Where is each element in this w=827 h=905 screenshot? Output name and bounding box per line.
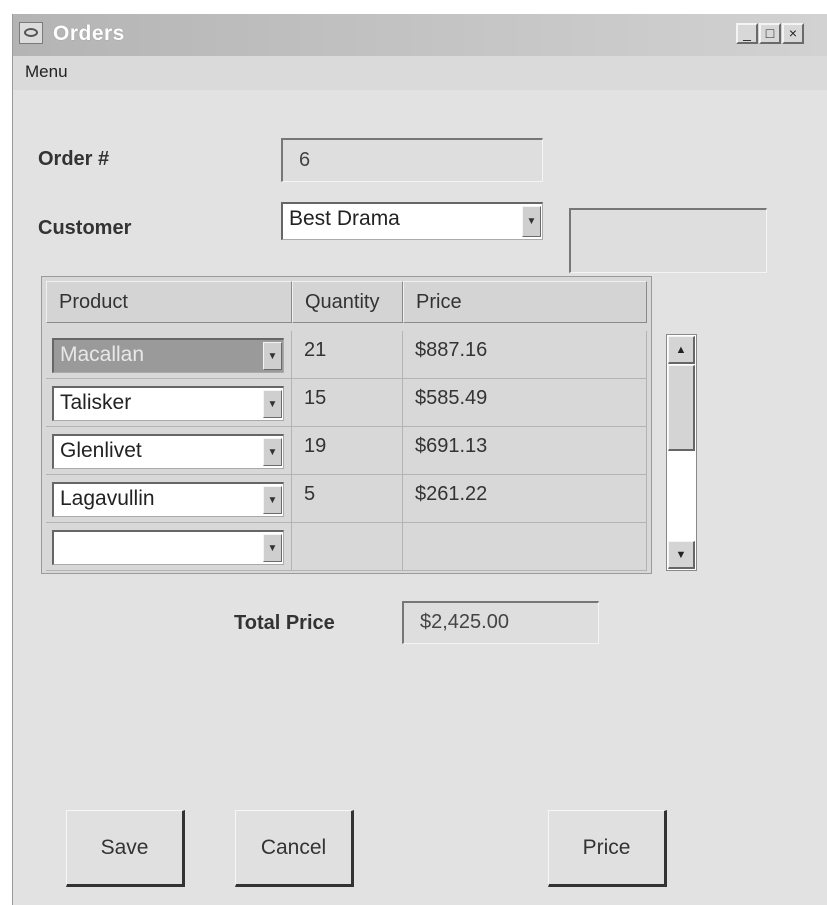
order-lines-table: Product Quantity Price Macallan ▼ 21 $88…	[41, 276, 652, 574]
column-header-price[interactable]: Price	[403, 281, 647, 323]
minimize-button[interactable]: _	[736, 23, 758, 44]
product-select[interactable]: Talisker ▼	[52, 386, 284, 421]
menu-menu[interactable]: Menu	[25, 62, 68, 82]
column-header-product[interactable]: Product	[46, 281, 292, 323]
total-price-label: Total Price	[234, 612, 335, 634]
product-select-value: Lagavullin	[60, 487, 155, 510]
close-button[interactable]: ×	[782, 23, 804, 44]
scrollbar-thumb[interactable]	[668, 365, 695, 451]
price-cell[interactable]: $585.49	[403, 379, 647, 427]
product-select[interactable]: ▼	[52, 530, 284, 565]
title-bar[interactable]: Orders _ □ ×	[13, 14, 827, 56]
chevron-down-icon[interactable]: ▼	[263, 438, 282, 466]
total-price-field: $2,425.00	[402, 601, 599, 644]
orders-window: Orders _ □ × Menu Order # 6 Customer Bes…	[12, 14, 827, 905]
chevron-down-icon[interactable]: ▼	[263, 342, 282, 370]
order-number-value: 6	[299, 149, 311, 171]
table-row-product-cell: Glenlivet ▼	[46, 427, 292, 475]
table-row-product-cell: ▼	[46, 523, 292, 571]
product-select-value: Glenlivet	[60, 439, 142, 462]
arrow-up-icon[interactable]: ▲	[668, 336, 695, 364]
app-window-icon	[19, 22, 43, 44]
quantity-cell[interactable]	[292, 523, 403, 571]
window-title: Orders	[53, 22, 125, 45]
product-select[interactable]: Macallan ▼	[52, 338, 284, 373]
customer-label: Customer	[38, 217, 132, 239]
quantity-cell[interactable]: 5	[292, 475, 403, 523]
product-select-value: Macallan	[60, 343, 145, 366]
arrow-down-icon[interactable]: ▼	[668, 541, 695, 569]
quantity-cell[interactable]: 15	[292, 379, 403, 427]
total-price-value: $2,425.00	[420, 611, 509, 633]
chevron-down-icon[interactable]: ▼	[522, 206, 541, 237]
order-number-field[interactable]: 6	[281, 138, 543, 182]
chevron-down-icon[interactable]: ▼	[263, 390, 282, 418]
chevron-down-icon[interactable]: ▼	[263, 486, 282, 514]
chevron-down-icon[interactable]: ▼	[263, 534, 282, 562]
table-row-product-cell: Talisker ▼	[46, 379, 292, 427]
price-cell[interactable]: $261.22	[403, 475, 647, 523]
save-button[interactable]: Save	[66, 810, 185, 887]
menu-bar: Menu	[13, 56, 827, 90]
cancel-button[interactable]: Cancel	[235, 810, 354, 887]
table-scrollbar[interactable]: ▲ ▼	[666, 334, 697, 571]
customer-select-value: Best Drama	[289, 207, 400, 230]
product-select[interactable]: Glenlivet ▼	[52, 434, 284, 469]
product-select[interactable]: Lagavullin ▼	[52, 482, 284, 517]
customer-select[interactable]: Best Drama ▼	[281, 202, 543, 240]
price-cell[interactable]	[403, 523, 647, 571]
customer-extra-field[interactable]	[569, 208, 767, 273]
price-cell[interactable]: $887.16	[403, 331, 647, 379]
column-header-quantity[interactable]: Quantity	[292, 281, 403, 323]
order-number-label: Order #	[38, 148, 110, 170]
product-select-value: Talisker	[60, 391, 132, 414]
quantity-cell[interactable]: 19	[292, 427, 403, 475]
price-button[interactable]: Price	[548, 810, 667, 887]
price-cell[interactable]: $691.13	[403, 427, 647, 475]
table-row-product-cell: Lagavullin ▼	[46, 475, 292, 523]
table-row-product-cell: Macallan ▼	[46, 331, 292, 379]
maximize-button[interactable]: □	[759, 23, 781, 44]
quantity-cell[interactable]: 21	[292, 331, 403, 379]
